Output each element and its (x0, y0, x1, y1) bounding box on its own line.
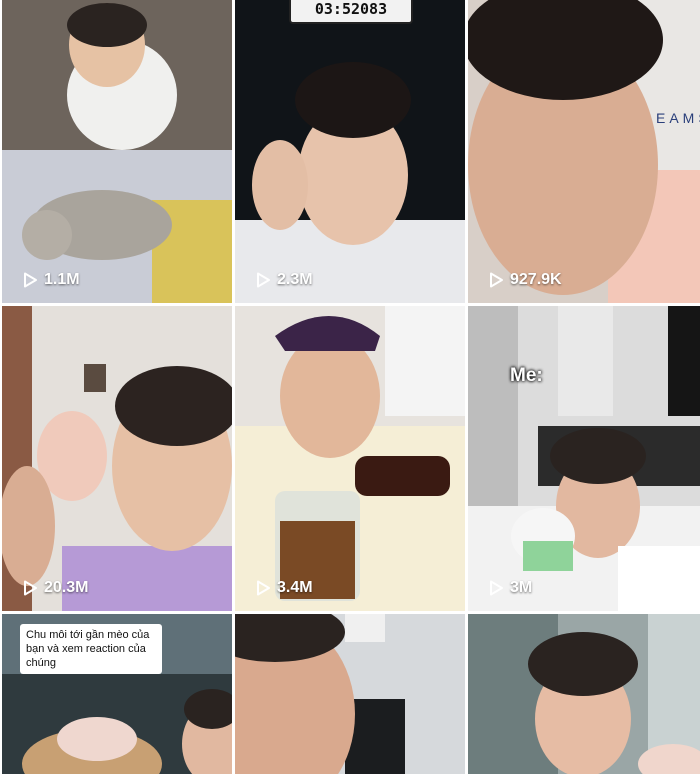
view-count: 1.1M (22, 271, 80, 289)
background-text: EAMS (656, 110, 700, 126)
video-thumbnail (468, 614, 700, 774)
view-count-label: 20.3M (44, 579, 89, 596)
video-tile[interactable]: 03:52083 2.3M (235, 0, 465, 303)
play-icon (490, 580, 503, 596)
video-tile[interactable] (235, 614, 465, 774)
view-count: 3.4M (255, 579, 313, 597)
view-count-label: 2.3M (277, 271, 313, 288)
video-grid: 1.1M 03:52083 2.3M EAMS 927.9K (0, 0, 700, 774)
play-icon (257, 580, 270, 596)
video-tile[interactable]: 20.3M (2, 306, 232, 611)
video-thumbnail (235, 0, 465, 303)
timer-overlay: 03:52083 (289, 0, 413, 24)
view-count-label: 3.4M (277, 579, 313, 596)
view-count: 927.9K (488, 271, 562, 289)
video-tile[interactable]: 1.1M (2, 0, 232, 303)
video-tile[interactable]: EAMS 927.9K (468, 0, 700, 303)
view-count-label: 3M (510, 579, 533, 596)
view-count: 3M (488, 579, 532, 597)
view-count: 20.3M (22, 579, 88, 597)
video-thumbnail (2, 306, 232, 611)
video-thumbnail (468, 306, 700, 611)
play-icon (257, 272, 270, 288)
view-count-label: 1.1M (44, 271, 80, 288)
video-thumbnail (235, 306, 465, 611)
video-tile[interactable]: 3.4M (235, 306, 465, 611)
video-tile[interactable]: Me: 3M (468, 306, 700, 611)
play-icon (490, 272, 503, 288)
play-icon (24, 272, 37, 288)
video-caption: Chu môi tới gần mèo của bạn và xem react… (20, 624, 162, 674)
video-thumbnail (2, 0, 232, 303)
video-thumbnail (468, 0, 700, 303)
play-icon (24, 580, 37, 596)
video-tile[interactable]: Chu môi tới gần mèo của bạn và xem react… (2, 614, 232, 774)
view-count-label: 927.9K (510, 271, 562, 288)
video-thumbnail (235, 614, 465, 774)
video-tile[interactable] (468, 614, 700, 774)
view-count: 2.3M (255, 271, 313, 289)
meme-label: Me: (510, 365, 543, 386)
